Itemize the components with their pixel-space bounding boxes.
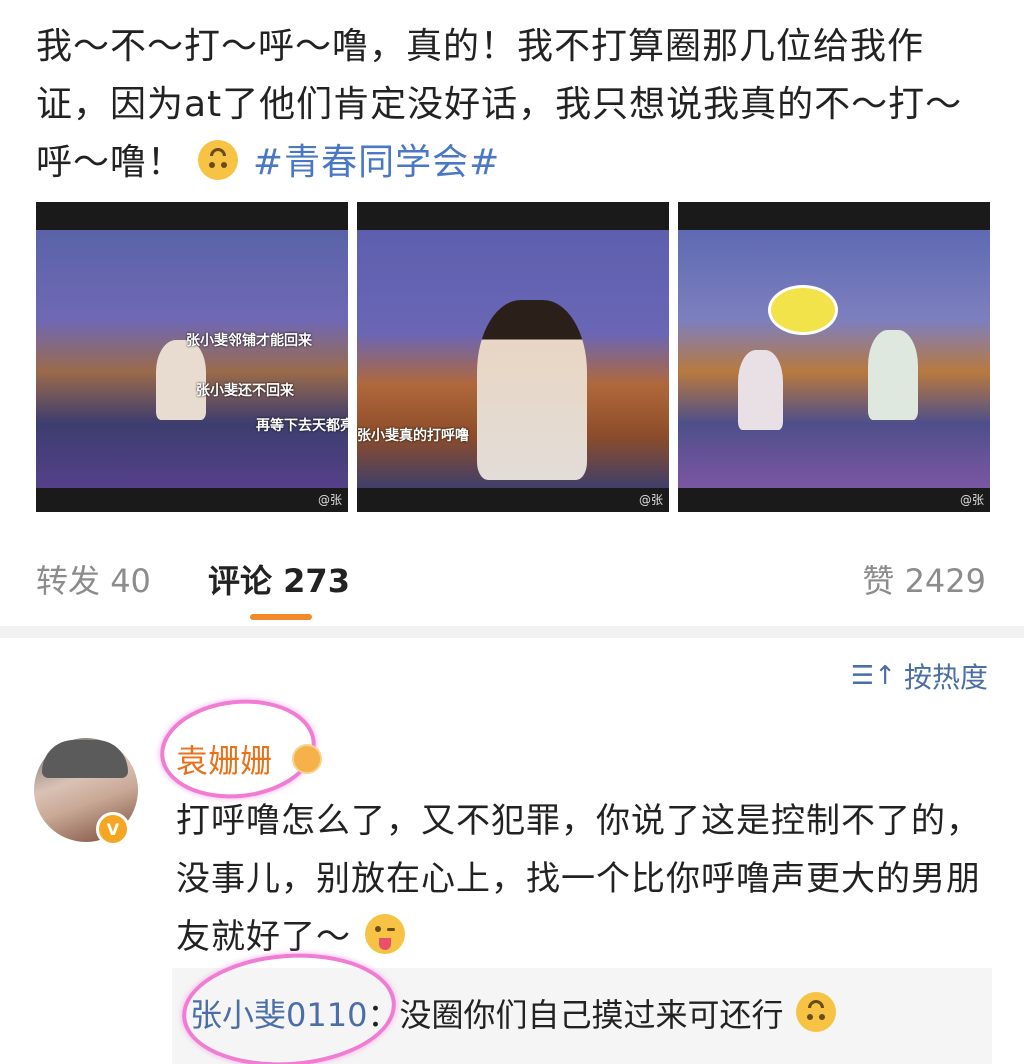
sort-label: 按热度 [903, 661, 988, 694]
comment-body: 打呼噜怎么了，又不犯罪，你说了这是控制不了的，没事儿，别放在心上，找一个比你呼噜… [176, 792, 986, 966]
person-figure [868, 330, 918, 420]
like-count: 2429 [904, 562, 986, 600]
upside-down-face-icon [198, 140, 239, 180]
comment-text: 打呼噜怎么了，又不犯罪，你说了这是控制不了的，没事儿，别放在心上，找一个比你呼噜… [176, 801, 981, 957]
active-tab-indicator [250, 614, 312, 620]
member-badge-icon [292, 744, 322, 774]
section-divider [0, 626, 1024, 638]
share-count: 40 [110, 562, 151, 600]
subtitle: 张小斐邻铺才能回来 [186, 333, 312, 349]
action-bar: 转发 40 评论 273 赞 2429 [0, 548, 1024, 620]
watermark: @张 [317, 493, 342, 507]
post-text: 我～不～打～呼～噜，真的！我不打算圈那几位给我作证，因为at了他们肯定没好话，我… [36, 18, 996, 192]
sort-icon: ☰↑ [850, 661, 896, 691]
photo-2[interactable]: 张小斐真的打呼噜 @张 [357, 202, 669, 512]
comment-tab[interactable]: 评论 273 [208, 556, 350, 602]
upside-down-face-icon [795, 992, 836, 1032]
tv-screen: 张小斐真的打呼噜 [357, 230, 669, 488]
reply-text: ：没圈你们自己摸过来可还行 [367, 996, 784, 1034]
subtitle: 再等下去天都亮 [256, 418, 348, 434]
subtitle: 张小斐还不回来 [196, 383, 294, 399]
sort-button[interactable]: ☰↑ 按热度 [851, 656, 988, 696]
comment-username[interactable]: 袁姗姗 [176, 736, 272, 782]
photo-1[interactable]: 张小斐邻铺才能回来 张小斐还不回来 再等下去天都亮 @张 [36, 202, 348, 512]
watermark: @张 [638, 493, 663, 507]
person-figure [477, 300, 587, 480]
like-label: 赞 [862, 562, 895, 600]
tv-screen: 张小斐邻铺才能回来 张小斐还不回来 再等下去天都亮 [36, 230, 348, 488]
verified-badge-icon: V [96, 812, 130, 846]
hashtag-link[interactable]: #青春同学会# [253, 142, 500, 183]
watermark: @张 [959, 493, 984, 507]
photo-3[interactable]: @张 [678, 202, 990, 512]
share-tab[interactable]: 转发 40 [36, 556, 151, 602]
caption-bubble [768, 285, 838, 335]
comment-label: 评论 [208, 562, 273, 600]
like-tab[interactable]: 赞 2429 [862, 556, 986, 602]
photo-grid: 张小斐邻铺才能回来 张小斐还不回来 再等下去天都亮 @张 张小斐真的打呼噜 @张… [36, 202, 990, 512]
comment-count: 273 [283, 562, 350, 600]
subtitle: 张小斐真的打呼噜 [357, 428, 469, 444]
share-label: 转发 [36, 562, 101, 600]
tv-screen [678, 230, 990, 488]
person-figure [738, 350, 783, 430]
tongue-out-face-icon [364, 914, 405, 954]
